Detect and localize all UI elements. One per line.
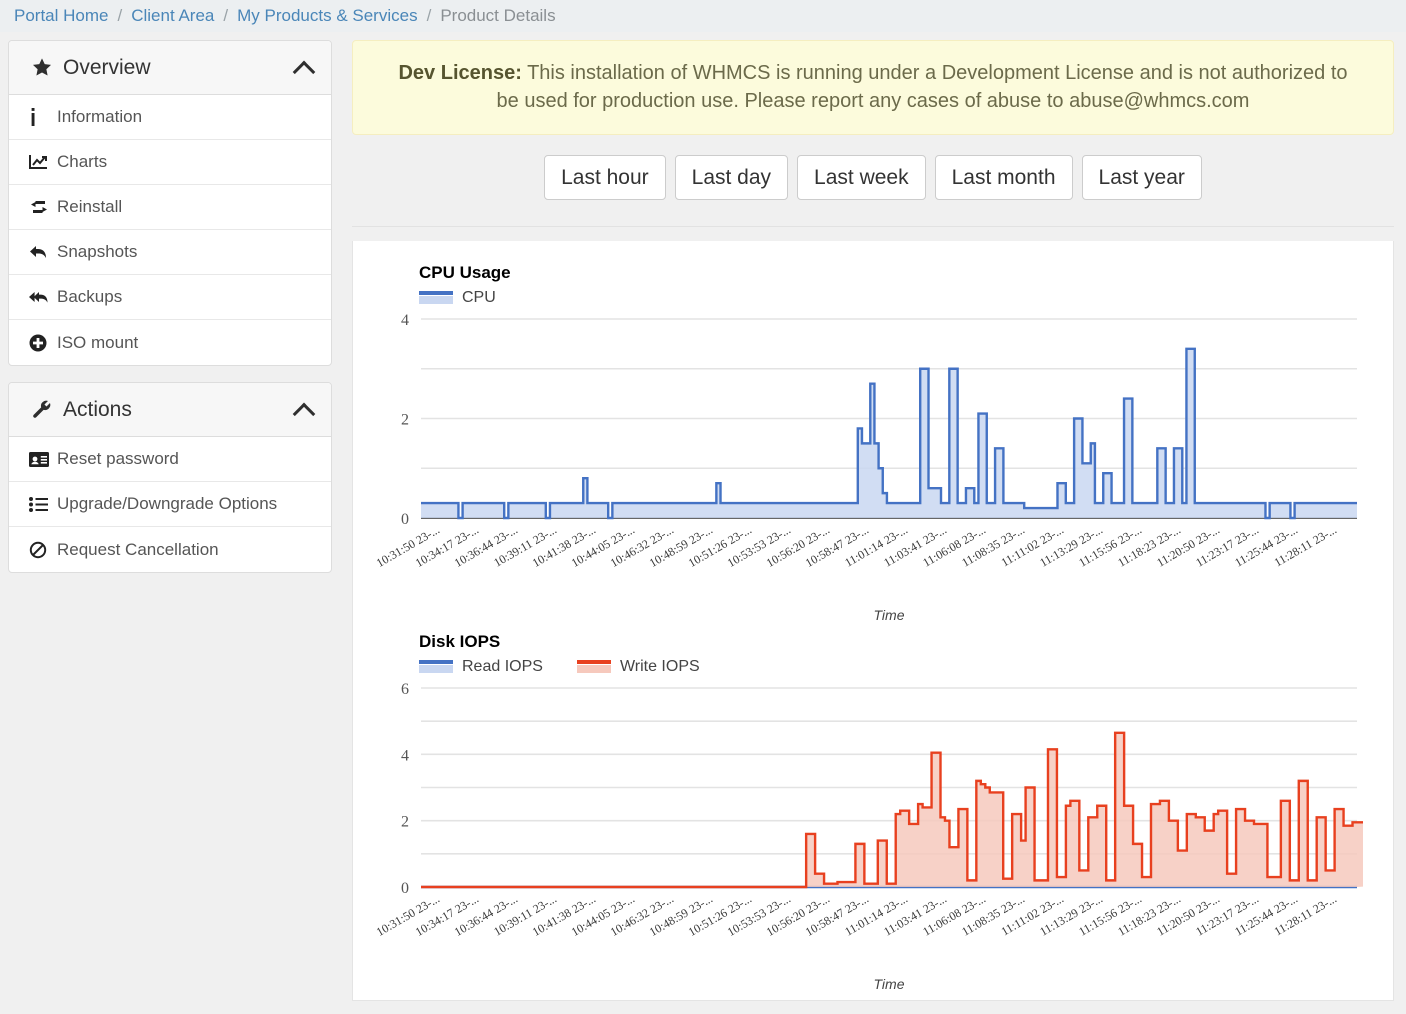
range-button-last-year[interactable]: Last year [1081,154,1202,200]
panel-actions-title: Actions [63,397,132,421]
wrench-icon [31,399,59,420]
breadcrumb-separator: / [223,6,229,25]
svg-text:Time: Time [874,607,905,623]
svg-text:4: 4 [401,312,409,329]
id-card-icon [29,451,55,467]
sidebar-item-iso-mount[interactable]: ISO mount [9,320,331,365]
breadcrumb-item-product-details: Product Details [440,6,556,25]
legend-label: Write IOPS [619,657,700,675]
breadcrumb-item-portal-home[interactable]: Portal Home [14,6,108,26]
sidebar-item-upgrade-downgrade-options[interactable]: Upgrade/Downgrade Options [9,482,331,527]
svg-text:Time: Time [874,976,905,992]
chart-disk-iops-title: Disk IOPS [419,631,501,651]
panel-actions: Actions Reset password Upgrade/Downgrade… [8,382,332,573]
sidebar-item-reset-password[interactable]: Reset password [9,437,331,482]
svg-text:0: 0 [401,880,409,897]
chart-cpu-usage-svg[interactable]: 02410:31:50 23-...10:34:17 23-...10:36:4… [373,311,1363,626]
legend-label: Read IOPS [462,657,543,675]
legend-swatch-read-iops [419,660,453,674]
sidebar-item-label: ISO mount [57,332,139,352]
sidebar-item-backups[interactable]: Backups [9,275,331,320]
svg-text:6: 6 [401,681,409,698]
sidebar-item-label: Upgrade/Downgrade Options [57,494,278,513]
svg-text:4: 4 [401,747,409,764]
breadcrumb: Portal Home / Client Area / My Products … [0,0,1406,32]
svg-text:2: 2 [401,814,409,831]
panel-overview: Overview Information Charts Reinstall Sn… [8,40,332,366]
charts-panel: CPU Usage CPU 0 2 4 10:31:50 23-... 10:34:17… [352,240,1394,1001]
legend-swatch-write-iops [576,660,611,674]
panel-overview-header[interactable]: Overview [9,41,331,95]
sidebar-item-label: Reinstall [57,197,123,216]
breadcrumb-separator: / [117,6,123,25]
page-body: Overview Information Charts Reinstall Sn… [0,32,1406,1014]
sidebar-item-label: Snapshots [57,242,138,261]
sidebar-item-label: Backups [57,287,123,306]
legend-label: CPU [462,288,496,306]
panel-actions-header[interactable]: Actions [9,383,331,437]
panel-overview-list: Information Charts Reinstall Snapshots B… [9,95,331,365]
legend-swatch-cpu [419,291,453,305]
reply-icon [29,244,55,260]
sidebar-item-reinstall[interactable]: Reinstall [9,185,331,230]
panel-overview-title: Overview [63,55,151,79]
dev-license-alert-text: This installation of WHMCS is running un… [496,62,1348,113]
range-button-last-day[interactable]: Last day [674,154,789,200]
chart-cpu-usage-legend: CPU [419,287,1373,309]
breadcrumb-separator: / [426,6,432,25]
dev-license-alert: Dev License: This installation of WHMCS … [352,40,1394,135]
chart-disk-iops: Disk IOPS Read IOPS Write IOPS 0 2 4 6 10:31… [373,632,1373,995]
info-icon [29,108,55,126]
range-button-last-month[interactable]: Last month [934,154,1073,200]
legend-item-write-iops[interactable]: Write IOPS [576,657,700,676]
chart-disk-iops-svg[interactable]: 024610:31:50 23-...10:34:17 23-...10:36:… [373,680,1363,995]
chart-line-icon [29,154,55,170]
legend-item-cpu[interactable]: CPU [419,289,496,307]
ban-icon [29,541,55,559]
sidebar-item-label: Reset password [57,449,179,468]
dev-license-alert-strong: Dev License: [398,62,522,84]
reply-all-icon [29,289,55,305]
time-range-button-group: Last hour Last day Last week Last month … [352,154,1394,227]
sidebar-item-request-cancellation[interactable]: Request Cancellation [9,527,331,572]
breadcrumb-item-client-area[interactable]: Client Area [131,6,214,26]
sidebar-item-charts[interactable]: Charts [9,140,331,185]
sidebar-item-snapshots[interactable]: Snapshots [9,230,331,275]
main-content: Dev License: This installation of WHMCS … [340,32,1406,1014]
chevron-up-icon[interactable] [295,59,313,77]
legend-item-read-iops[interactable]: Read IOPS [419,658,543,676]
list-ul-icon [29,496,55,512]
chart-cpu-usage: CPU Usage CPU 0 2 4 10:31:50 23-... 10:34:17… [373,263,1373,626]
panel-actions-list: Reset password Upgrade/Downgrade Options… [9,437,331,572]
chart-disk-iops-legend: Read IOPS Write IOPS [419,656,1373,678]
sidebar: Overview Information Charts Reinstall Sn… [0,32,340,589]
sidebar-item-label: Information [57,107,143,126]
plus-circle-icon [29,334,55,352]
breadcrumb-item-my-products-services[interactable]: My Products & Services [237,6,417,26]
chevron-up-icon[interactable] [295,401,313,419]
sidebar-item-label: Request Cancellation [57,539,219,559]
star-icon [31,57,59,78]
range-button-last-hour[interactable]: Last hour [544,154,666,200]
retweet-icon [29,199,55,215]
range-button-last-week[interactable]: Last week [797,154,926,200]
svg-text:0: 0 [401,511,409,528]
sidebar-item-label: Charts [57,152,108,171]
chart-cpu-usage-title: CPU Usage [419,262,511,282]
sidebar-item-information[interactable]: Information [9,95,331,140]
svg-text:2: 2 [401,411,409,428]
